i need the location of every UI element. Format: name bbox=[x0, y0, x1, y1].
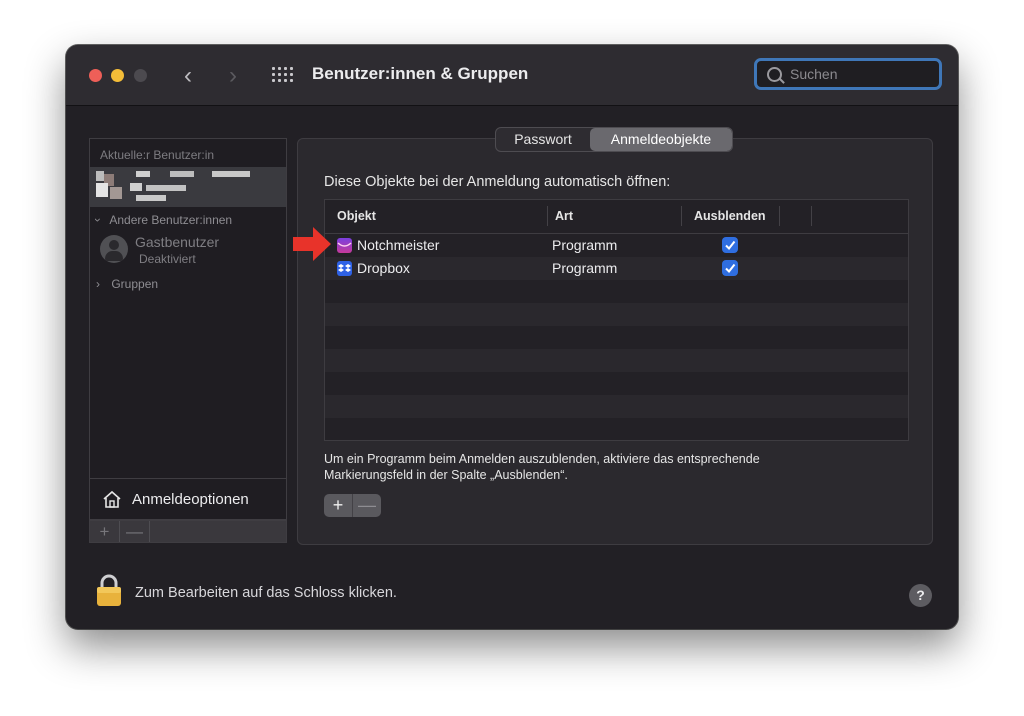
help-button[interactable]: ? bbox=[909, 584, 932, 607]
chevron-down-icon: › bbox=[91, 218, 105, 222]
tab-anmeldeobjekte[interactable]: Anmeldeobjekte bbox=[590, 128, 732, 151]
guest-user-status: Deaktiviert bbox=[139, 252, 196, 266]
notchmeister-app-icon bbox=[337, 238, 352, 253]
empty-row bbox=[325, 372, 908, 395]
search-icon bbox=[767, 67, 782, 82]
lock-hint-text: Zum Bearbeiten auf das Schloss klicken. bbox=[135, 585, 397, 601]
hide-checkbox[interactable] bbox=[722, 260, 738, 276]
zoom-button[interactable] bbox=[134, 69, 147, 82]
dropbox-app-icon bbox=[337, 261, 352, 276]
empty-row bbox=[325, 395, 908, 418]
item-name: Notchmeister bbox=[357, 237, 440, 253]
table-row[interactable]: Dropbox Programm bbox=[325, 257, 908, 280]
column-header-art[interactable]: Art bbox=[555, 209, 573, 223]
groups-label: Gruppen bbox=[111, 277, 159, 291]
login-options-label: Anmeldeoptionen bbox=[132, 491, 249, 508]
other-users-group[interactable]: › Andere Benutzer:innen bbox=[91, 213, 233, 227]
hide-hint-text: Um ein Programm beim Anmelden auszublend… bbox=[324, 452, 760, 482]
table-row[interactable]: Notchmeister Programm bbox=[325, 234, 908, 257]
item-name: Dropbox bbox=[357, 260, 410, 276]
login-items-intro: Diese Objekte bei der Anmeldung automati… bbox=[324, 174, 671, 190]
remove-user-button[interactable]: — bbox=[120, 521, 150, 542]
title-bar: ‹ › Benutzer:innen & Gruppen bbox=[66, 45, 958, 106]
sidebar-button-bar: + — bbox=[89, 520, 287, 543]
window-title: Benutzer:innen & Gruppen bbox=[312, 64, 529, 83]
column-header-objekt[interactable]: Objekt bbox=[337, 209, 376, 223]
lock-icon[interactable] bbox=[94, 573, 124, 607]
tab-control: Passwort Anmeldeobjekte bbox=[495, 127, 733, 152]
login-options-row[interactable]: Anmeldeoptionen bbox=[90, 478, 286, 520]
login-items-table: Objekt Art Ausblenden Notchmeister Progr… bbox=[324, 199, 909, 441]
empty-row bbox=[325, 418, 908, 440]
red-arrow-icon bbox=[293, 227, 331, 261]
column-header-ausblenden[interactable]: Ausblenden bbox=[694, 209, 766, 223]
table-header: Objekt Art Ausblenden bbox=[325, 200, 908, 234]
search-input[interactable] bbox=[790, 66, 930, 82]
empty-row bbox=[325, 280, 908, 303]
hide-checkbox[interactable] bbox=[722, 237, 738, 253]
guest-avatar bbox=[100, 235, 128, 263]
item-type: Programm bbox=[552, 237, 618, 253]
add-remove-control: + — bbox=[324, 494, 381, 517]
item-type: Programm bbox=[552, 260, 618, 276]
current-user-heading: Aktuelle:r Benutzer:in bbox=[100, 148, 215, 162]
guest-user-name[interactable]: Gastbenutzer bbox=[135, 234, 219, 250]
remove-login-item-button[interactable]: — bbox=[353, 494, 381, 517]
minimize-button[interactable] bbox=[111, 69, 124, 82]
search-field[interactable] bbox=[754, 58, 942, 90]
forward-chevron-icon[interactable]: › bbox=[229, 62, 237, 90]
add-user-button[interactable]: + bbox=[90, 521, 120, 542]
empty-row bbox=[325, 326, 908, 349]
other-users-label: Andere Benutzer:innen bbox=[109, 213, 233, 227]
system-preferences-window: ‹ › Benutzer:innen & Gruppen Aktuelle:r … bbox=[66, 45, 958, 629]
chevron-right-icon: › bbox=[96, 277, 100, 291]
add-login-item-button[interactable]: + bbox=[324, 494, 353, 517]
close-button[interactable] bbox=[89, 69, 102, 82]
avatar bbox=[96, 171, 124, 203]
users-sidebar: Aktuelle:r Benutzer:in › Andere Benutzer… bbox=[89, 138, 287, 520]
tab-passwort[interactable]: Passwort bbox=[496, 128, 590, 151]
house-icon bbox=[103, 490, 121, 508]
empty-row bbox=[325, 303, 908, 326]
groups-group[interactable]: › Gruppen bbox=[96, 277, 158, 291]
show-all-grid-icon[interactable] bbox=[272, 67, 294, 83]
current-user-row[interactable] bbox=[90, 167, 286, 207]
empty-row bbox=[325, 349, 908, 372]
back-chevron-icon[interactable]: ‹ bbox=[184, 62, 192, 90]
